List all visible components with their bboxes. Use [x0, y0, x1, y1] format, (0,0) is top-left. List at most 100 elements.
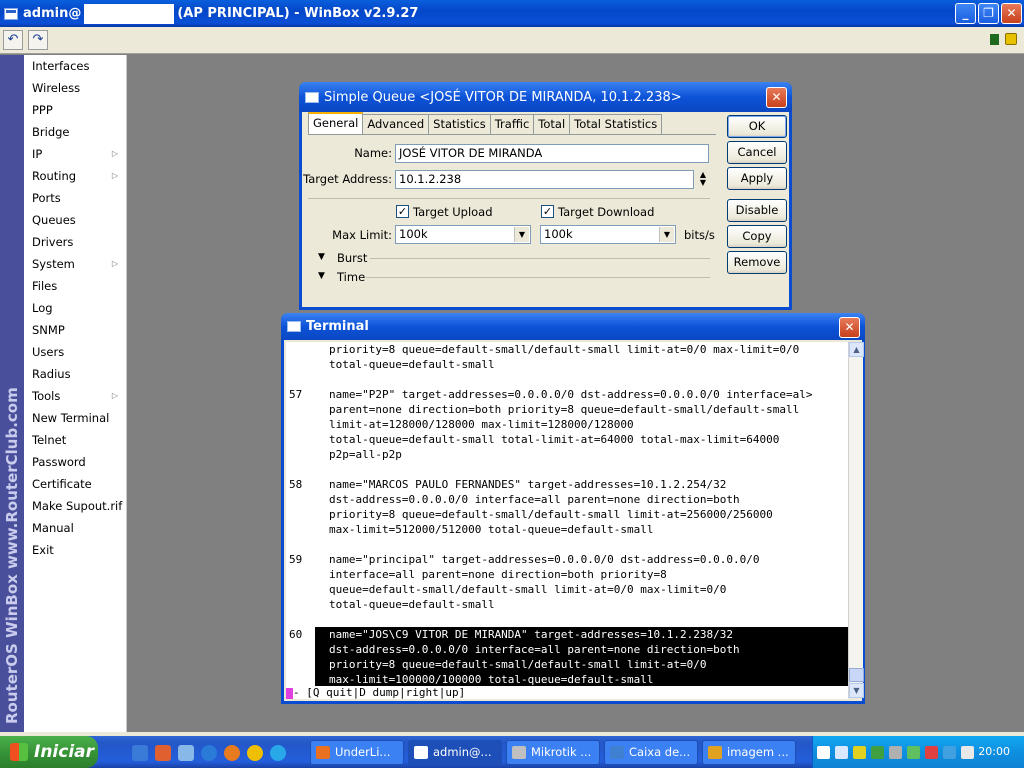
max-limit-download-select[interactable]: 100k ▼	[540, 225, 676, 244]
redacted-address	[84, 3, 175, 24]
terminal-title-bar[interactable]: Terminal ✕	[281, 313, 865, 340]
lock-icon	[1005, 33, 1017, 45]
volume-icon[interactable]	[943, 746, 956, 759]
menu-item-make-supout-rif[interactable]: Make Supout.rif	[24, 495, 126, 517]
scroll-down-icon[interactable]: ▼	[849, 683, 864, 698]
menu-item-system[interactable]: System ▷	[24, 253, 126, 275]
firefox-icon[interactable]	[224, 745, 240, 761]
menu-item-users[interactable]: Users	[24, 341, 126, 363]
redo-icon[interactable]: ↷	[28, 30, 48, 50]
undo-icon[interactable]: ↶	[3, 30, 23, 50]
tab-total-statistics[interactable]: Total Statistics	[569, 114, 663, 134]
window-icon	[305, 91, 319, 103]
ie-icon[interactable]	[201, 745, 217, 761]
target-upload-checkbox[interactable]: ✓	[396, 205, 409, 218]
terminal-output[interactable]: priority=8 queue=default-small/default-s…	[286, 342, 848, 686]
menu-item-interfaces[interactable]: Interfaces	[24, 55, 126, 77]
menu-item-radius[interactable]: Radius	[24, 363, 126, 385]
max-limit-upload-select[interactable]: 100k ▼	[395, 225, 531, 244]
menu-item-drivers[interactable]: Drivers	[24, 231, 126, 253]
target-spin-down[interactable]: ▼	[697, 179, 709, 187]
menu-item-label: System	[32, 257, 75, 271]
menu-item-exit[interactable]: Exit	[24, 539, 126, 561]
taskbar-task[interactable]: imagem ...	[702, 740, 796, 765]
dialog-close-button[interactable]: ✕	[766, 87, 787, 108]
disable-button[interactable]: Disable	[727, 199, 787, 222]
menu-item-wireless[interactable]: Wireless	[24, 77, 126, 99]
apply-button[interactable]: Apply	[727, 167, 787, 190]
taskbar-task[interactable]: Caixa de...	[604, 740, 698, 765]
start-button[interactable]: Iniciar	[0, 736, 98, 768]
menu-item-routing[interactable]: Routing ▷	[24, 165, 126, 187]
menu-item-files[interactable]: Files	[24, 275, 126, 297]
maximize-button[interactable]: ❐	[978, 3, 999, 24]
menu-item-ppp[interactable]: PPP	[24, 99, 126, 121]
menu-item-new-terminal[interactable]: New Terminal	[24, 407, 126, 429]
winbox-app-icon[interactable]	[4, 7, 18, 20]
taskbar-task[interactable]: UnderLi...	[310, 740, 404, 765]
tray-icon[interactable]	[961, 746, 974, 759]
menu-item-snmp[interactable]: SNMP	[24, 319, 126, 341]
clock[interactable]: 20:00	[978, 736, 1010, 768]
chevron-down-icon[interactable]: ▼	[659, 227, 674, 242]
scroll-up-icon[interactable]: ▲	[849, 342, 864, 357]
menu-item-password[interactable]: Password	[24, 451, 126, 473]
skype-icon[interactable]	[270, 745, 286, 761]
main-title-bar[interactable]: admin@ (AP PRINCIPAL) - WinBox v2.9.27 _…	[0, 0, 1024, 27]
terminal-line: total-queue=default-small total-limit-at…	[286, 432, 848, 447]
menu-item-queues[interactable]: Queues	[24, 209, 126, 231]
cancel-button[interactable]: Cancel	[727, 141, 787, 164]
menu-item-ip[interactable]: IP ▷	[24, 143, 126, 165]
close-button[interactable]: ✕	[1001, 3, 1022, 24]
remove-button[interactable]: Remove	[727, 251, 787, 274]
media-icon[interactable]	[247, 745, 263, 761]
target-address-input[interactable]: 10.1.2.238	[395, 170, 694, 189]
mail-icon[interactable]	[155, 745, 171, 761]
menu-item-manual[interactable]: Manual	[24, 517, 126, 539]
queue-number: 60	[289, 628, 303, 641]
menu-item-log[interactable]: Log	[24, 297, 126, 319]
burst-expand-icon[interactable]: ▼	[318, 252, 325, 262]
minimize-button[interactable]: _	[955, 3, 976, 24]
taskbar-task[interactable]: Mikrotik ...	[506, 740, 600, 765]
help-icon[interactable]	[817, 746, 830, 759]
copy-button[interactable]: Copy	[727, 225, 787, 248]
tray-icon[interactable]	[835, 746, 848, 759]
tab-total[interactable]: Total	[533, 114, 571, 134]
time-label[interactable]: Time	[337, 270, 365, 284]
scroll-thumb[interactable]	[849, 668, 864, 682]
tab-statistics[interactable]: Statistics	[428, 114, 491, 134]
target-download-checkbox[interactable]: ✓	[541, 205, 554, 218]
menu-item-telnet[interactable]: Telnet	[24, 429, 126, 451]
max-limit-download-value: 100k	[544, 227, 573, 241]
tab-advanced[interactable]: Advanced	[362, 114, 430, 134]
chevron-down-icon[interactable]: ▼	[514, 227, 529, 242]
tab-traffic[interactable]: Traffic	[489, 114, 535, 134]
menu-item-certificate[interactable]: Certificate	[24, 473, 126, 495]
tray-icon[interactable]	[871, 746, 884, 759]
menu-item-bridge[interactable]: Bridge	[24, 121, 126, 143]
terminal-line-text: total-queue=default-small total-limit-at…	[329, 433, 780, 446]
network-icon[interactable]	[853, 746, 866, 759]
tray-icon[interactable]	[889, 746, 902, 759]
time-expand-icon[interactable]: ▼	[318, 271, 325, 281]
tab-general[interactable]: General	[308, 112, 364, 134]
burst-label[interactable]: Burst	[337, 251, 367, 265]
name-input[interactable]: JOSÉ VITOR DE MIRANDA	[395, 144, 709, 163]
ok-button[interactable]: OK	[727, 115, 787, 138]
quicklaunch-icon[interactable]	[132, 745, 148, 761]
messenger-icon[interactable]	[907, 746, 920, 759]
terminal-close-button[interactable]: ✕	[839, 317, 860, 338]
submenu-arrow-icon: ▷	[111, 391, 118, 400]
task-app-icon	[316, 746, 330, 759]
menu-item-label: PPP	[32, 103, 53, 117]
menu-item-ports[interactable]: Ports	[24, 187, 126, 209]
task-label: UnderLi...	[335, 745, 391, 759]
dialog-title-bar[interactable]: Simple Queue <JOSÉ VITOR DE MIRANDA, 10.…	[299, 82, 792, 112]
queue-number: 57	[289, 388, 303, 401]
terminal-scrollbar[interactable]: ▲ ▼	[848, 342, 864, 698]
menu-item-tools[interactable]: Tools ▷	[24, 385, 126, 407]
desktop-icon[interactable]	[178, 745, 194, 761]
tray-icon[interactable]	[925, 746, 938, 759]
taskbar-task[interactable]: admin@...	[408, 740, 502, 765]
